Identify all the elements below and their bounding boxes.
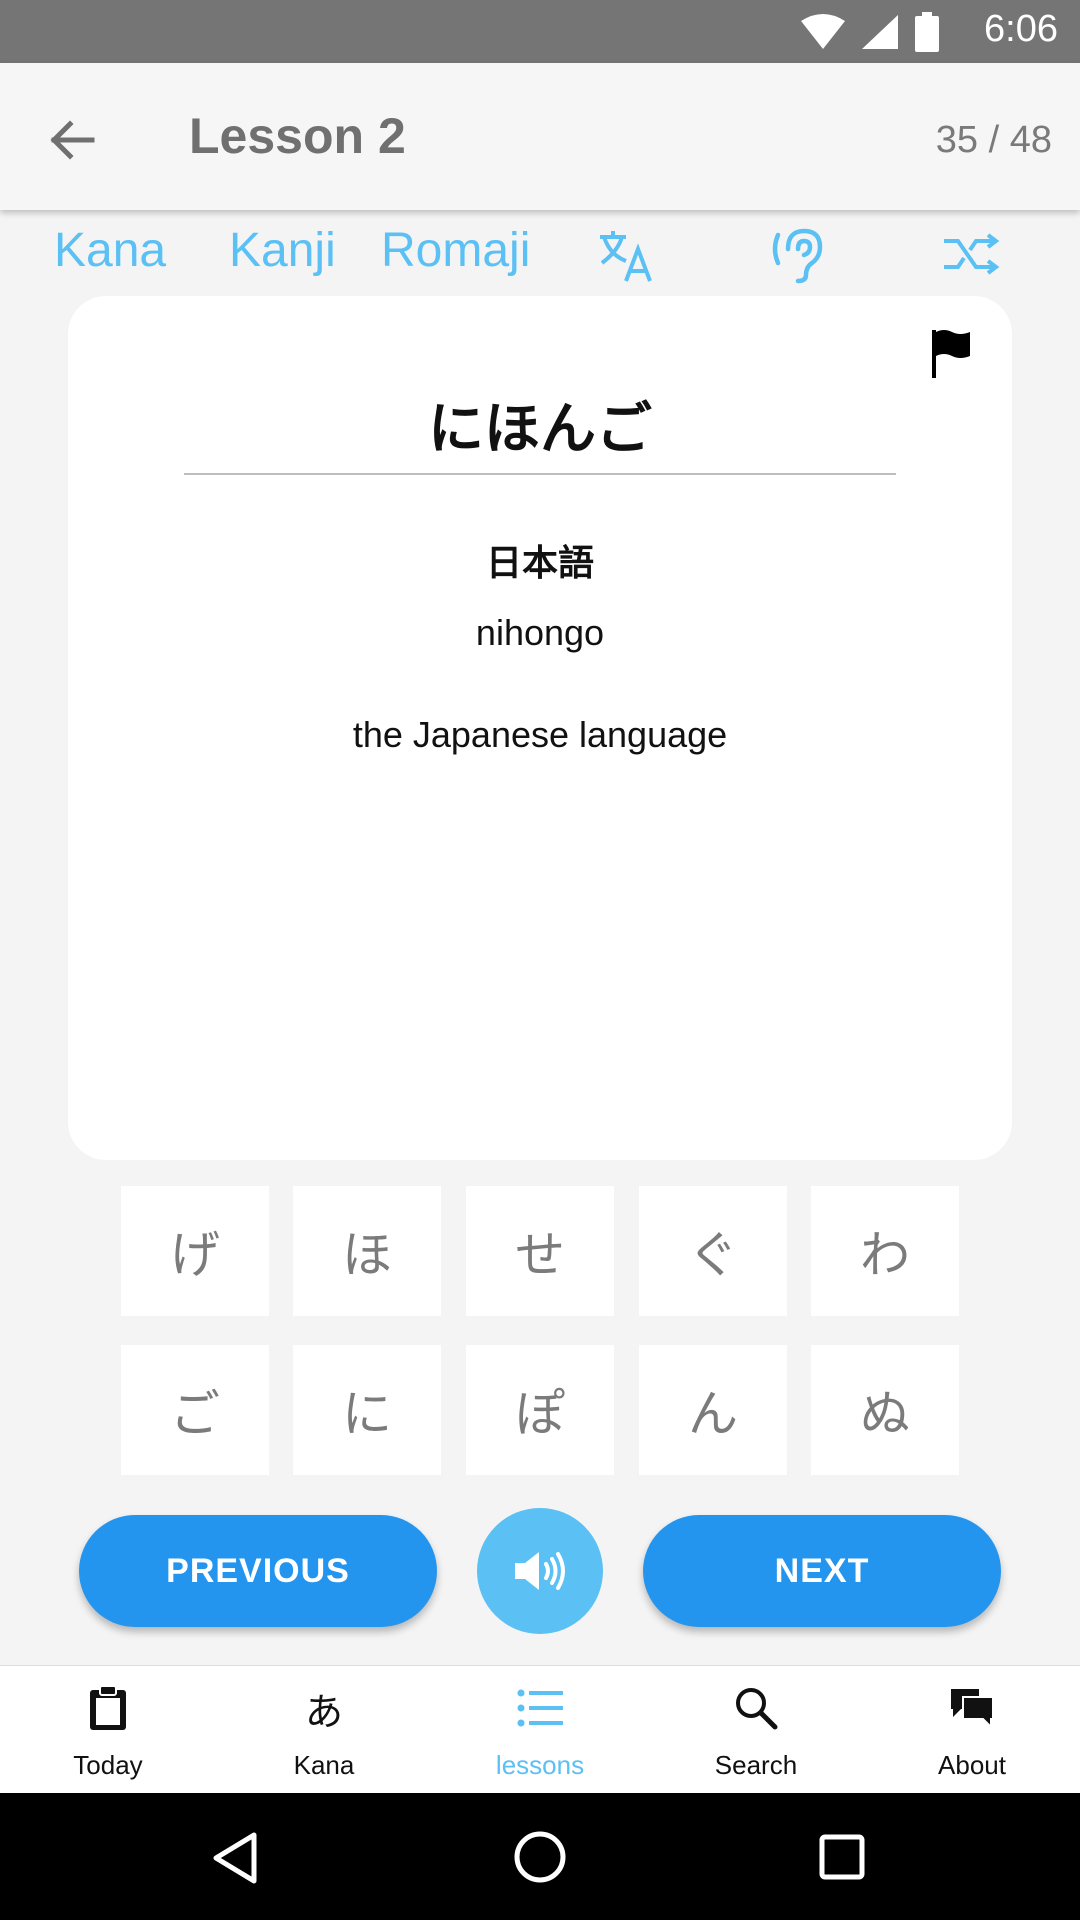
- nav-item-today[interactable]: Today: [0, 1666, 216, 1794]
- kana-key[interactable]: げ: [121, 1186, 269, 1316]
- play-audio-button[interactable]: [477, 1508, 603, 1634]
- nav-item-about[interactable]: About: [864, 1666, 1080, 1794]
- answer-divider: [184, 473, 896, 475]
- clipboard-icon: [84, 1684, 132, 1732]
- kana-key[interactable]: ぐ: [639, 1186, 787, 1316]
- list-icon: [516, 1684, 564, 1732]
- card-romaji: nihongo: [475, 612, 605, 653]
- search-icon: [732, 1684, 780, 1732]
- app-bar: Lesson 2 35 / 48: [0, 63, 1080, 210]
- card-kanji: 日本語: [485, 543, 594, 584]
- nav-item-label: Search: [714, 1750, 798, 1780]
- card-meaning: the Japanese language: [352, 714, 728, 755]
- page-title: Lesson 2: [189, 108, 406, 164]
- signal-icon: [862, 15, 898, 49]
- arrow-left-icon: [50, 120, 95, 160]
- mode-kanji-button[interactable]: Kanji: [229, 223, 336, 278]
- mode-kana-button[interactable]: Kana: [54, 223, 166, 278]
- kana-key[interactable]: ぬ: [811, 1345, 959, 1475]
- previous-button[interactable]: PREVIOUS: [79, 1515, 437, 1627]
- kana-key[interactable]: に: [293, 1345, 441, 1475]
- speaker-icon: [515, 1552, 565, 1590]
- shuffle-icon: [944, 233, 1000, 275]
- kana-key[interactable]: ほ: [293, 1186, 441, 1316]
- kana-key[interactable]: ご: [121, 1345, 269, 1475]
- a-char-icon: あ: [304, 1689, 343, 1734]
- recents-square-icon[interactable]: [818, 1833, 866, 1881]
- nav-item-label: lessons: [495, 1750, 585, 1780]
- flag-button[interactable]: [930, 328, 974, 380]
- kana-key[interactable]: せ: [466, 1186, 614, 1316]
- mode-romaji-button[interactable]: Romaji: [381, 223, 530, 278]
- system-nav-bar: [0, 1793, 1080, 1920]
- chat-icon: [948, 1684, 996, 1732]
- battery-icon: [915, 12, 939, 52]
- nav-item-label: Kana: [293, 1750, 355, 1780]
- progress-counter: 35 / 48: [935, 119, 1052, 161]
- nav-item-kana[interactable]: あ Kana: [216, 1666, 432, 1794]
- flag-icon: [932, 330, 970, 378]
- home-circle-icon[interactable]: [512, 1829, 568, 1885]
- kana-key[interactable]: ん: [639, 1345, 787, 1475]
- bottom-navigation: Today あ Kana lessons Search About: [0, 1665, 1080, 1794]
- translate-icon: [600, 231, 652, 282]
- kana-key[interactable]: ぽ: [466, 1345, 614, 1475]
- shuffle-button[interactable]: [942, 225, 1002, 285]
- listen-button[interactable]: [770, 225, 830, 285]
- nav-item-label: Today: [73, 1750, 143, 1780]
- back-button[interactable]: [38, 105, 108, 175]
- wifi-icon: [801, 14, 845, 49]
- nav-item-lessons[interactable]: lessons: [432, 1666, 648, 1794]
- ear-icon: [772, 228, 823, 284]
- status-bar: 6:06: [0, 0, 1080, 63]
- kana-key[interactable]: わ: [811, 1186, 959, 1316]
- status-time: 6:06: [984, 8, 1058, 50]
- nav-item-label: About: [938, 1750, 1006, 1780]
- translate-button[interactable]: [596, 225, 656, 285]
- nav-item-search[interactable]: Search: [648, 1666, 864, 1794]
- next-button[interactable]: NEXT: [643, 1515, 1001, 1627]
- card-kana: にほんご: [428, 397, 652, 462]
- flashcard: にほんご 日本語 nihongo the Japanese language: [68, 296, 1012, 1160]
- back-triangle-icon[interactable]: [210, 1831, 260, 1885]
